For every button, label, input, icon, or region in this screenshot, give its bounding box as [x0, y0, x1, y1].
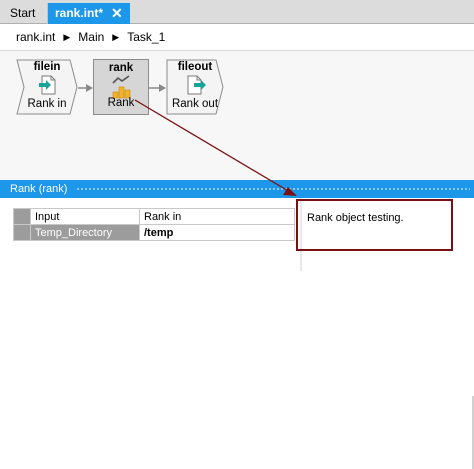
node-rank-label: Rank: [107, 97, 135, 109]
node-filein-label: Rank in: [27, 98, 67, 110]
property-key: Input: [30, 208, 140, 225]
close-icon[interactable]: ✕: [111, 3, 123, 23]
row-header: [13, 224, 31, 241]
chevron-right-icon: ▶: [112, 32, 120, 42]
file-input-icon: [39, 75, 56, 95]
property-key: Temp_Directory: [30, 224, 140, 241]
breadcrumb: rank.int ▶ Main ▶ Task_1: [0, 24, 474, 50]
properties-panel-title: Rank (rank): [10, 183, 68, 195]
tab-rank-int[interactable]: rank.int* ✕: [48, 3, 130, 24]
row-header: [13, 208, 31, 225]
node-fileout-title: fileout: [177, 61, 213, 73]
chevron-right-icon: ▶: [63, 32, 71, 42]
tab-bar: Start rank.int* ✕: [0, 0, 474, 24]
breadcrumb-item-main[interactable]: Main: [78, 30, 104, 44]
node-rank[interactable]: rank Rank: [93, 59, 149, 115]
property-value-input[interactable]: Rank in: [139, 208, 295, 225]
property-row-input[interactable]: Input Rank in: [13, 208, 295, 225]
property-grid: Input Rank in Temp_Directory /temp: [13, 208, 295, 241]
annotation-highlight-box: [296, 199, 453, 251]
node-filein[interactable]: filein Rank in: [16, 59, 78, 115]
node-rank-title: rank: [108, 62, 134, 74]
tab-start-label: Start: [10, 6, 36, 20]
file-output-icon: [187, 75, 206, 95]
tab-start[interactable]: Start: [4, 3, 48, 24]
property-value-temp-directory[interactable]: /temp: [139, 224, 295, 241]
node-fileout[interactable]: fileout Rank out: [166, 59, 224, 115]
rank-icon: [112, 75, 131, 99]
node-filein-title: filein: [33, 61, 61, 73]
panel-grip: [76, 187, 470, 191]
breadcrumb-item-rank-int[interactable]: rank.int: [16, 30, 55, 44]
flow-canvas[interactable]: filein Rank in rank Rank fileout Rank ou…: [0, 50, 474, 181]
tab-rank-int-label: rank.int*: [55, 6, 104, 20]
node-fileout-label: Rank out: [171, 98, 219, 110]
property-row-temp-directory[interactable]: Temp_Directory /temp: [13, 224, 295, 241]
properties-panel-header[interactable]: Rank (rank): [0, 180, 474, 198]
breadcrumb-item-task[interactable]: Task_1: [127, 30, 165, 44]
